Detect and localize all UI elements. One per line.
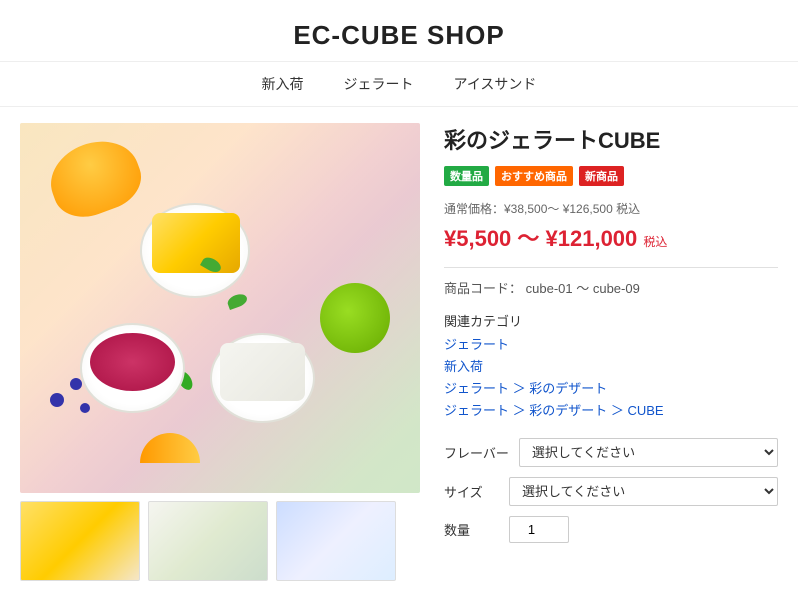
product-badges: 数量品 おすすめ商品 新商品 (444, 166, 778, 186)
berry-decoration-2 (70, 378, 82, 390)
category-link-gelato[interactable]: ジェラート (444, 334, 778, 356)
badge-limited: 数量品 (444, 166, 489, 186)
category-section-label: 関連カテゴリ (444, 311, 778, 330)
nav-item-ice-sandwich[interactable]: アイスサンド (454, 74, 537, 94)
price-regular: 通常価格：¥38,500～ ¥126,500 税込 (444, 200, 778, 217)
thumbnail-2[interactable] (148, 501, 268, 581)
berry-decoration-1 (50, 393, 64, 407)
product-code-value: cube-01 ～ cube-09 (526, 281, 640, 296)
pink-gelato-bowl (80, 323, 185, 413)
quantity-input[interactable] (509, 516, 569, 543)
gelato-scene (20, 123, 420, 493)
quantity-label: 数量 (444, 520, 499, 539)
quantity-row: 数量 (444, 516, 778, 543)
badge-new: 新商品 (579, 166, 624, 186)
category-link-dessert[interactable]: ジェラート ＞ 彩のデザート (444, 378, 778, 400)
product-code: 商品コード： cube-01 ～ cube-09 (444, 278, 778, 297)
nav-item-new-arrivals[interactable]: 新入荷 (262, 74, 304, 94)
price-sale-value: ¥5,500 ～ ¥121,000 (444, 226, 637, 251)
flavor-select-row: フレーバー 選択してください (444, 438, 778, 467)
nav-item-gelato[interactable]: ジェラート (344, 74, 414, 94)
product-info: 彩のジェラートCUBE 数量品 おすすめ商品 新商品 通常価格：¥38,500～… (444, 123, 778, 581)
main-content: 彩のジェラートCUBE 数量品 おすすめ商品 新商品 通常価格：¥38,500～… (0, 107, 798, 597)
category-link-new-arrivals[interactable]: 新入荷 (444, 356, 778, 378)
category-link-cube[interactable]: ジェラート ＞ 彩のデザート ＞ CUBE (444, 400, 778, 422)
size-label: サイズ (444, 482, 499, 501)
lime-decoration (320, 283, 390, 353)
thumbnail-row (20, 501, 420, 581)
category-section: 関連カテゴリ ジェラート 新入荷 ジェラート ＞ 彩のデザート ジェラート ＞ … (444, 311, 778, 422)
size-select-row: サイズ 選択してください (444, 477, 778, 506)
white-gelato-bowl (210, 333, 315, 423)
main-product-image[interactable] (20, 123, 420, 493)
divider-1 (444, 267, 778, 268)
flavor-label: フレーバー (444, 443, 509, 462)
product-images (20, 123, 420, 581)
yellow-gelato-bowl (140, 203, 250, 298)
badge-recommended: おすすめ商品 (495, 166, 573, 186)
product-code-label: 商品コード： (444, 281, 522, 296)
thumbnail-3[interactable] (276, 501, 396, 581)
price-tax-label: 税込 (643, 235, 667, 249)
thumbnail-1[interactable] (20, 501, 140, 581)
site-header: EC-CUBE SHOP (0, 0, 798, 62)
price-sale: ¥5,500 ～ ¥121,000 税込 (444, 221, 778, 253)
berry-decoration-3 (80, 403, 90, 413)
flavor-select[interactable]: 選択してください (519, 438, 778, 467)
site-title: EC-CUBE SHOP (0, 20, 798, 51)
size-select[interactable]: 選択してください (509, 477, 778, 506)
product-title: 彩のジェラートCUBE (444, 127, 778, 156)
nav-bar: 新入荷 ジェラート アイスサンド (0, 62, 798, 107)
